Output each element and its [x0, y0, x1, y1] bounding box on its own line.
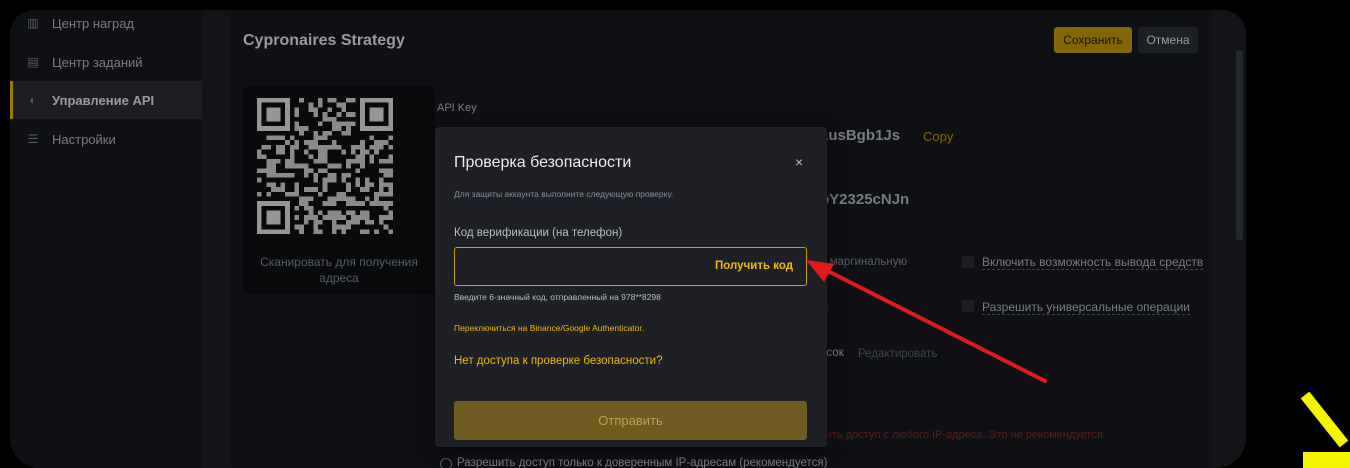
- arrow-head: [806, 260, 834, 282]
- yellow-arrow-decoration: [1300, 391, 1350, 468]
- deco-shaft: [1300, 391, 1349, 448]
- deco-base: [1303, 452, 1350, 468]
- arrow-shaft: [816, 264, 1047, 383]
- red-arrow-annotation: [806, 260, 1047, 383]
